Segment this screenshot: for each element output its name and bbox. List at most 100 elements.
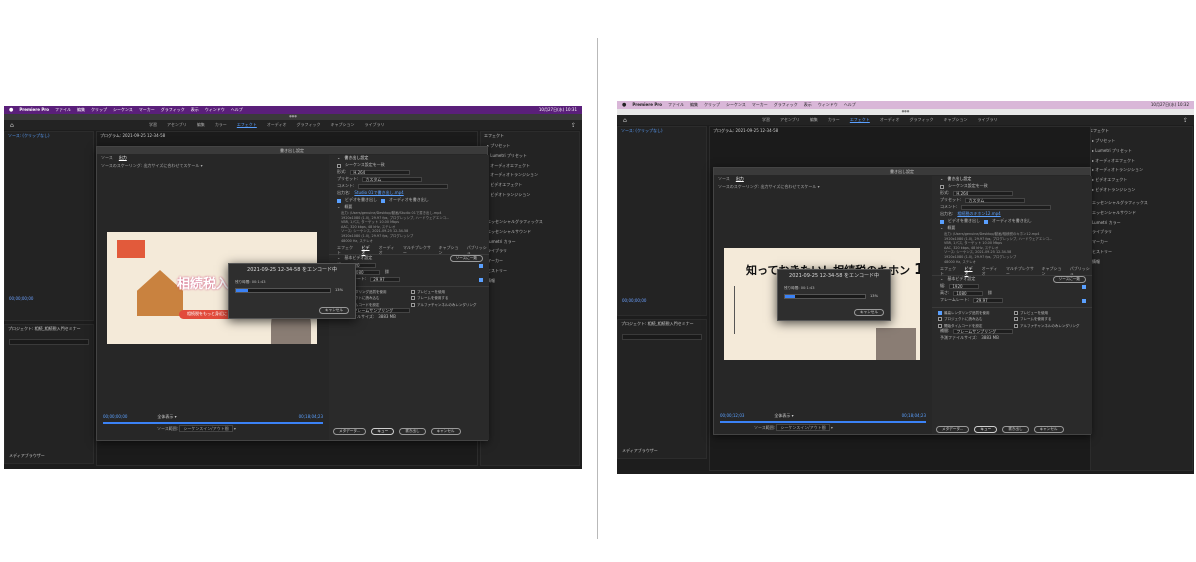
effects-folder[interactable]: ▸ プリセット: [487, 143, 538, 149]
workspace-tab[interactable]: アセンブリ: [167, 122, 187, 128]
settings-tab[interactable]: キャプション: [439, 245, 461, 256]
settings-tab[interactable]: ビデオ: [362, 245, 373, 256]
workspace-tab[interactable]: エフェクト: [850, 117, 870, 123]
workspace-tab[interactable]: グラフィック: [297, 122, 321, 128]
framerate-field[interactable]: 29.97: [973, 298, 1004, 304]
export-option-checkbox[interactable]: フレームを使用する: [411, 296, 483, 301]
menu-item[interactable]: マーカー: [139, 107, 155, 113]
match-sequence-option[interactable]: シーケンス設定を一致: [932, 183, 1092, 190]
cancel-button[interactable]: キャンセル: [1033, 426, 1064, 433]
menu-item[interactable]: 編集: [77, 107, 85, 113]
export-option-checkbox[interactable]: アルファチャンネルのみレンダリング: [411, 303, 483, 307]
settings-tab[interactable]: パブリッシュ: [1070, 266, 1092, 277]
workspace-tab[interactable]: キャプション: [943, 117, 967, 123]
home-icon[interactable]: ⌂: [623, 117, 627, 124]
menu-item[interactable]: クリップ: [704, 102, 720, 108]
menu-item[interactable]: 表示: [804, 102, 812, 108]
interpolation-select[interactable]: フレームサンプリング: [953, 328, 1014, 334]
project-title[interactable]: プロジェクト: 相続_相続税入門セミナー: [8, 326, 81, 332]
effects-folder[interactable]: ▸ ビデオエフェクト: [1092, 177, 1143, 183]
source-scaling[interactable]: ソースのスケーリング: 出力サイズに合わせてスケール ▾: [718, 184, 820, 190]
checkbox[interactable]: [381, 198, 385, 203]
panel-item[interactable]: ヒストリー: [487, 268, 543, 274]
apple-icon[interactable]: ●: [622, 102, 626, 108]
checkbox[interactable]: [411, 296, 415, 301]
link-icon[interactable]: ⛓: [384, 269, 389, 275]
encoding-cancel-button[interactable]: キャンセル: [319, 307, 349, 314]
checkbox[interactable]: [411, 290, 415, 295]
panel-item[interactable]: ライブラリ: [1092, 230, 1148, 235]
workspace-tab[interactable]: エフェクト: [237, 122, 257, 128]
panel-item[interactable]: Lumetri カラー: [1092, 220, 1148, 226]
settings-tab[interactable]: マルチプレクサー: [403, 245, 433, 256]
export-option-checkbox[interactable]: プレビューを使用: [411, 290, 483, 295]
workspace-tab[interactable]: キャプション: [330, 122, 354, 128]
metadata-button[interactable]: メタデータ...: [936, 426, 970, 433]
effects-folder[interactable]: ▸ オーディオトランジション: [1092, 167, 1143, 173]
workspace-tab[interactable]: ライブラリ: [977, 117, 997, 123]
app-name[interactable]: Premiere Pro: [632, 102, 662, 108]
panel-item[interactable]: エッセンシャルサウンド: [487, 229, 543, 235]
checkbox[interactable]: [938, 317, 942, 322]
checkbox[interactable]: [337, 198, 341, 203]
height-field[interactable]: 1080: [953, 291, 984, 297]
workspace-tab[interactable]: カラー: [215, 122, 227, 128]
tab-source[interactable]: ソース: [101, 155, 113, 161]
settings-tab[interactable]: エフェクト: [940, 266, 959, 277]
encoding-cancel-button[interactable]: キャンセル: [854, 309, 884, 316]
basic-video-heading[interactable]: ⌄ 基本ビデオ設定 ソースに一致: [329, 255, 489, 263]
export-option-checkbox[interactable]: プロジェクトに読み込む: [938, 317, 1010, 322]
workspace-tab[interactable]: アセンブリ: [780, 117, 800, 123]
share-icon[interactable]: ⇪: [571, 122, 576, 129]
section-export-settings[interactable]: ⌄ 書き出し設定: [932, 176, 1092, 183]
export-option-checkbox[interactable]: 最高レンダリング品質を使用: [938, 311, 1010, 316]
tab-source[interactable]: ソース: (クリップなし): [8, 133, 50, 139]
settings-tab[interactable]: マルチプレクサー: [1006, 266, 1036, 277]
panel-item[interactable]: Lumetri カラー: [487, 239, 543, 245]
metadata-button[interactable]: メタデータ...: [333, 428, 367, 435]
output-name-link[interactable]: 相続税のキホン12.mp4: [957, 211, 1000, 217]
interpolation-select[interactable]: フレームサンプリング: [350, 307, 411, 313]
effects-folder[interactable]: ▸ Lumetri プリセット: [487, 153, 538, 159]
menu-item[interactable]: ヘルプ: [844, 102, 856, 108]
queue-button[interactable]: キュー: [974, 426, 998, 433]
basic-video-heading[interactable]: ⌄ 基本ビデオ設定 ソースに一致: [932, 276, 1092, 284]
export-scrubber[interactable]: [103, 422, 323, 424]
panel-item[interactable]: エッセンシャルサウンド: [1092, 210, 1148, 216]
effects-title[interactable]: エフェクト: [484, 133, 504, 139]
settings-tab[interactable]: ビデオ: [965, 266, 976, 277]
workspace-tab[interactable]: グラフィック: [910, 117, 934, 123]
checkbox[interactable]: [479, 263, 483, 268]
menu-item[interactable]: 編集: [690, 102, 698, 108]
tab-source[interactable]: ソース: [718, 176, 730, 182]
workspace-tab[interactable]: オーディオ: [880, 117, 900, 123]
workspace-tab[interactable]: 編集: [810, 117, 818, 123]
checkbox[interactable]: [1082, 284, 1086, 289]
menu-item[interactable]: グラフィック: [774, 102, 798, 108]
width-field[interactable]: 1920: [949, 284, 980, 290]
effects-folder[interactable]: ▸ オーディオエフェクト: [1092, 158, 1143, 164]
tab-program[interactable]: プログラム: 2021-09-25 12-34-58: [100, 133, 165, 139]
tab-output[interactable]: 出力: [736, 176, 744, 182]
workspace-tab[interactable]: オーディオ: [267, 122, 287, 128]
effects-folder[interactable]: ▸ ビデオエフェクト: [487, 182, 538, 188]
panel-item[interactable]: 情報: [487, 278, 543, 284]
framerate-field[interactable]: 29.97: [370, 277, 401, 283]
match-source-button[interactable]: ソースに一致: [1052, 276, 1086, 284]
tab-source[interactable]: ソース: (クリップなし): [621, 128, 663, 134]
checkbox[interactable]: [1082, 298, 1086, 303]
format-select[interactable]: H.264: [953, 191, 1014, 196]
preset-select[interactable]: カスタム: [362, 177, 423, 182]
menu-item[interactable]: シーケンス: [726, 102, 746, 108]
workspace-tab[interactable]: 編集: [197, 122, 205, 128]
tab-program[interactable]: プログラム: 2021-09-25 12-34-58: [713, 128, 778, 134]
checkbox[interactable]: [1014, 323, 1018, 328]
checkbox[interactable]: [940, 219, 944, 224]
workspace-tab[interactable]: 学習: [762, 117, 770, 123]
media-browser-tab[interactable]: メディアブラウザー: [622, 448, 658, 454]
menu-item[interactable]: 表示: [191, 107, 199, 113]
panel-item[interactable]: エッセンシャルグラフィックス: [1092, 200, 1148, 206]
effects-folder[interactable]: ▸ Lumetri プリセット: [1092, 148, 1143, 154]
menu-item[interactable]: マーカー: [752, 102, 768, 108]
menu-item[interactable]: ファイル: [55, 107, 71, 113]
